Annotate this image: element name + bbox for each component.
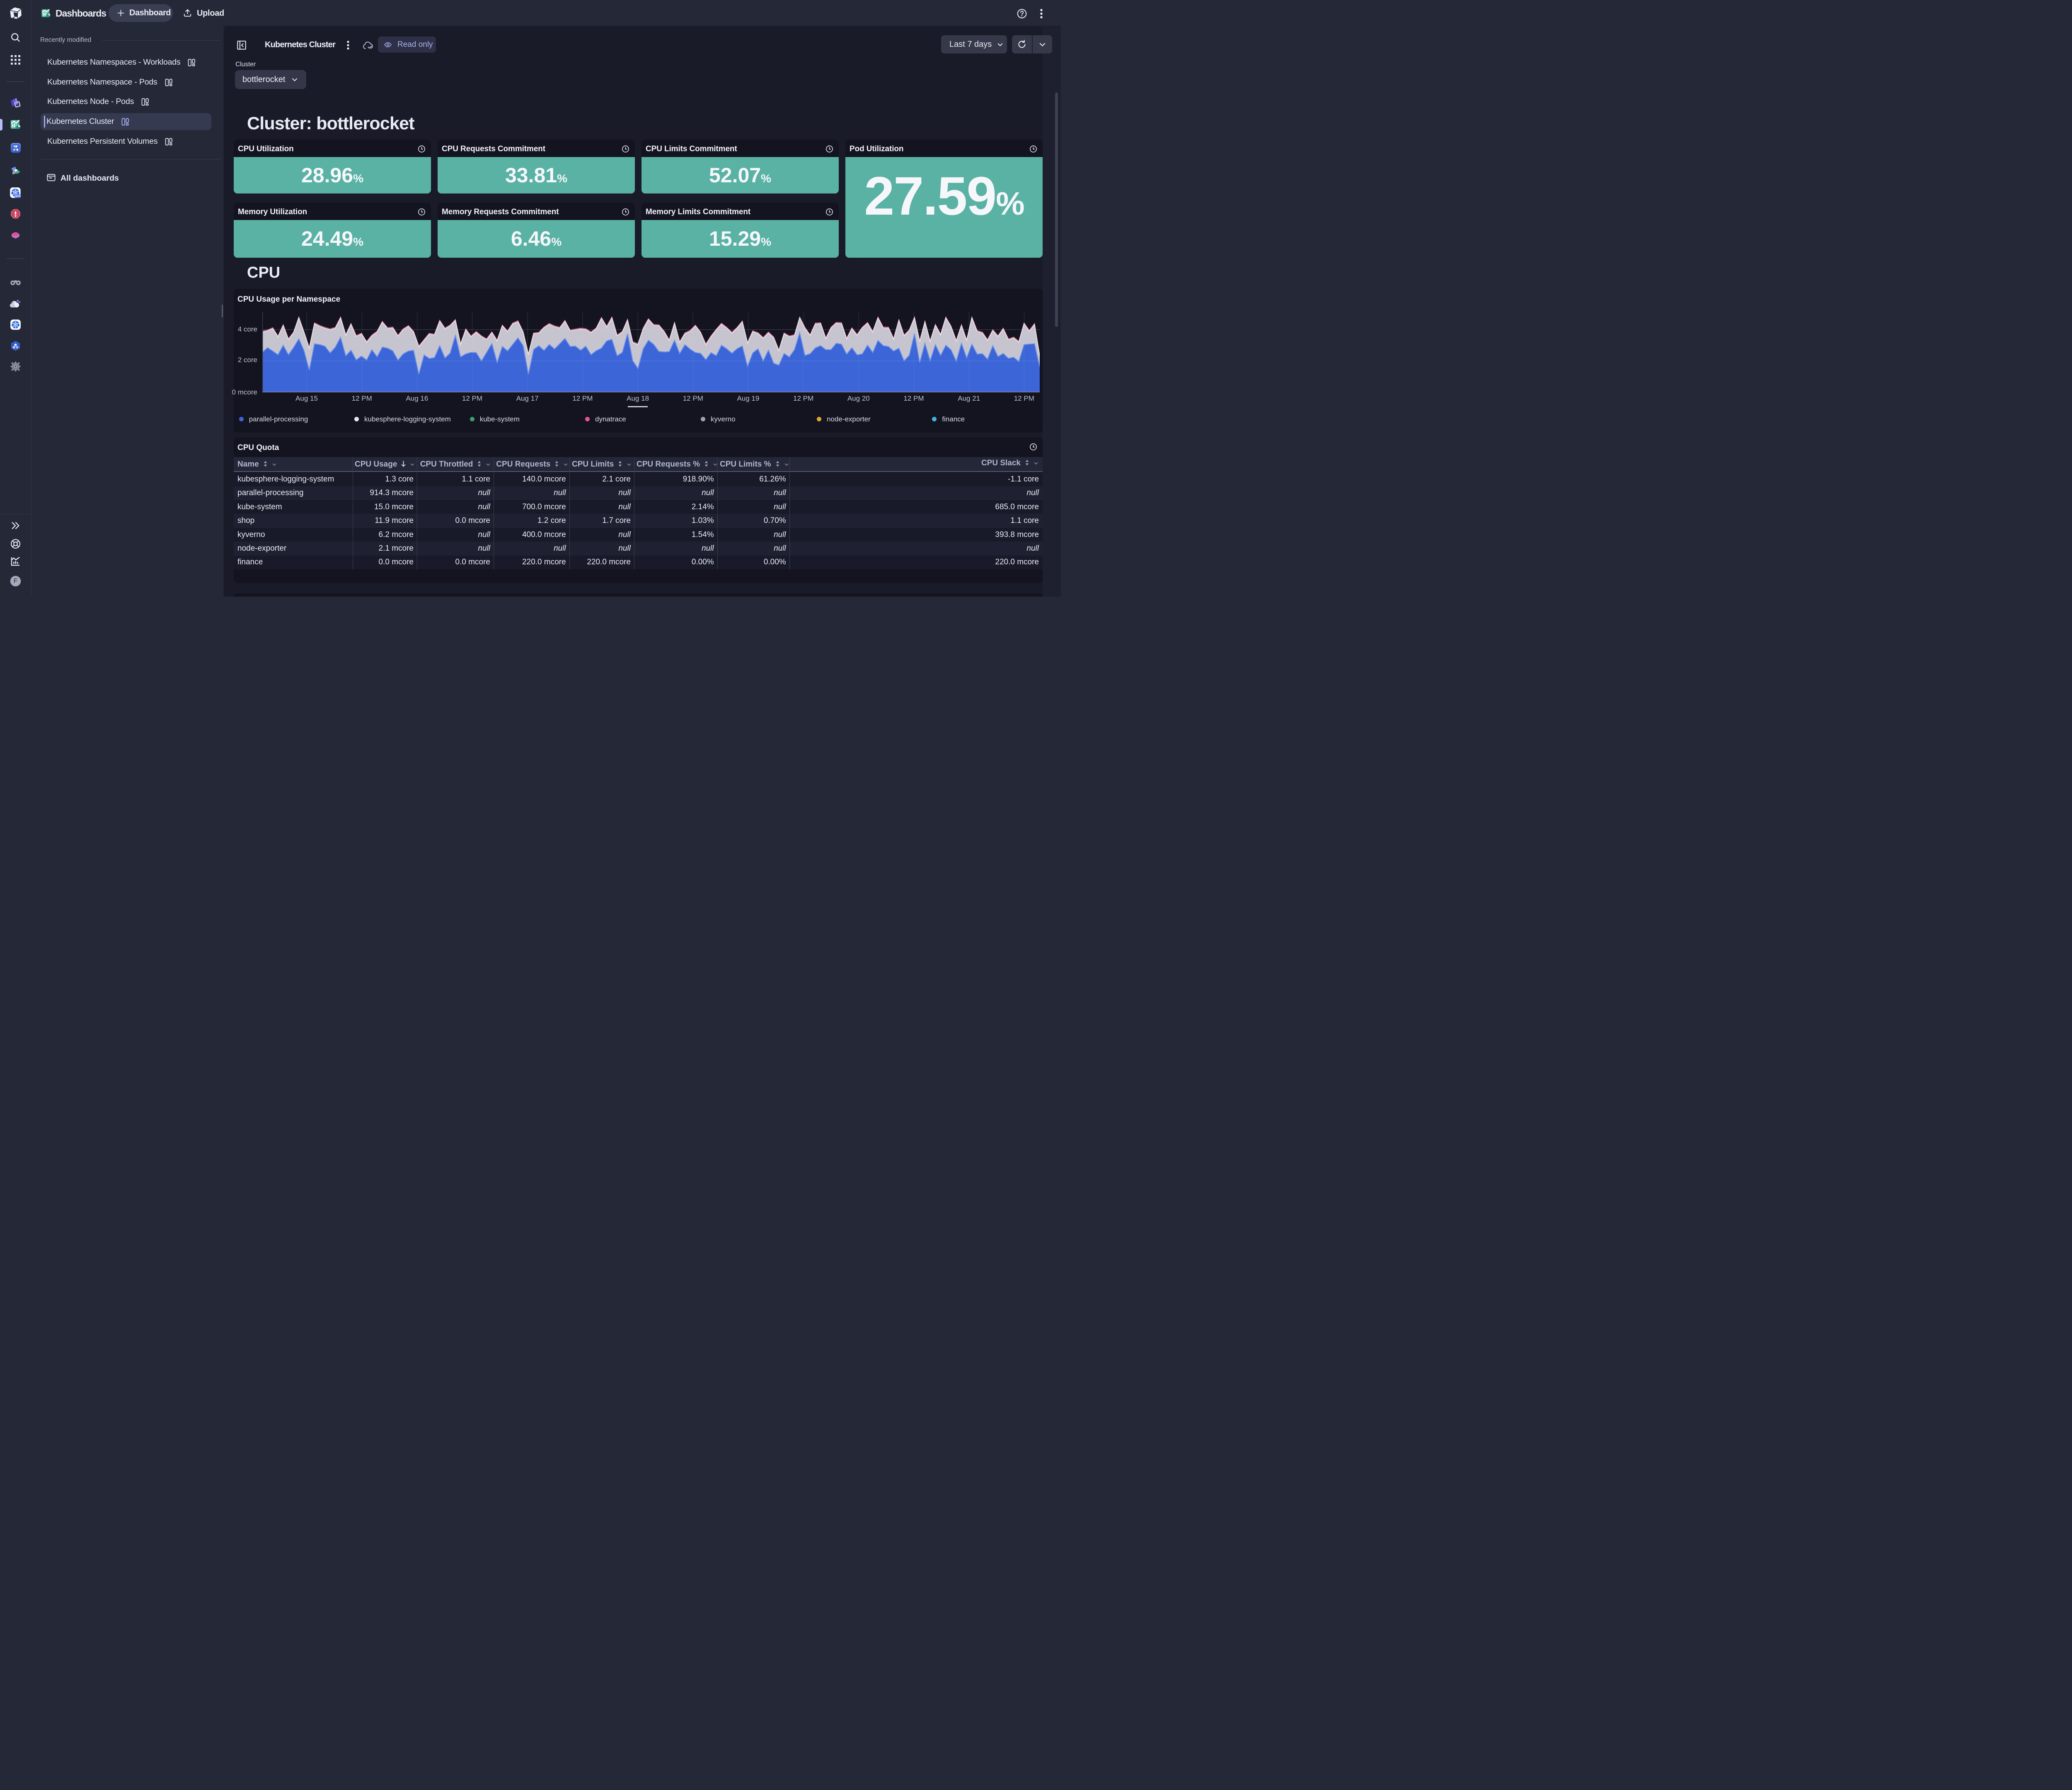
svg-text:NEW: NEW: [15, 196, 21, 198]
